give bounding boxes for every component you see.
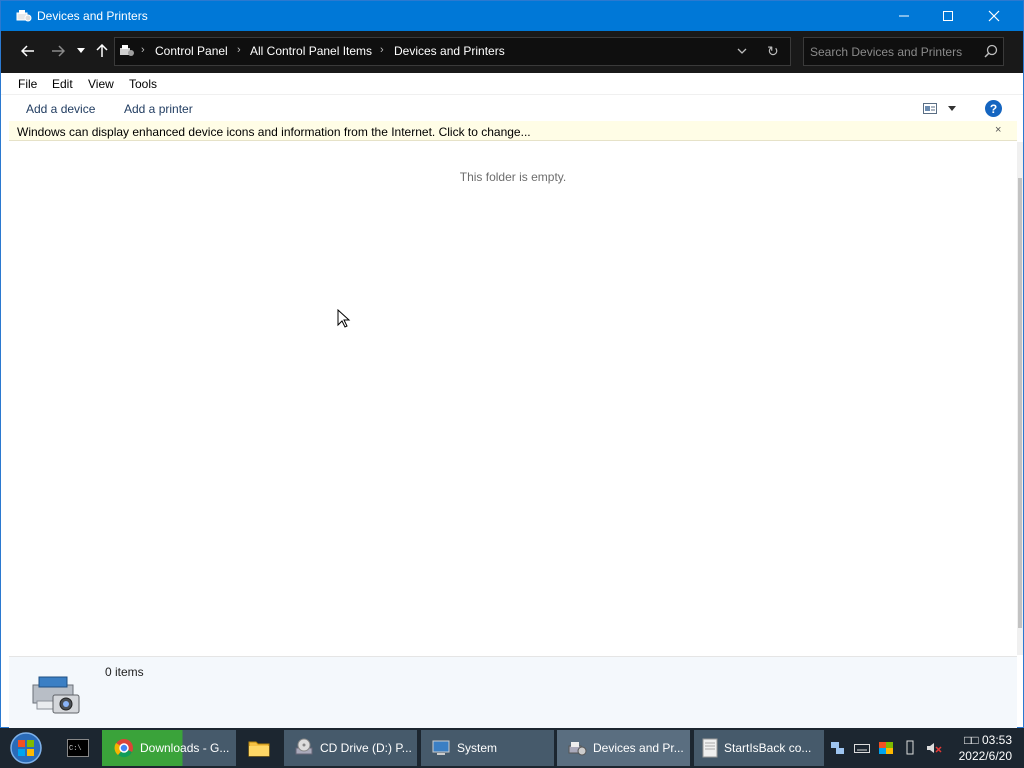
recent-locations-button[interactable] [71,41,91,61]
network-icon[interactable] [830,740,846,756]
start-orb-icon[interactable] [6,730,46,766]
folder-icon [248,741,270,757]
items-view[interactable]: This folder is empty. [9,142,1017,655]
window-title: Devices and Printers [37,9,148,23]
mouse-cursor-icon [337,309,351,328]
taskbar-chrome[interactable]: Downloads - G... [102,730,236,766]
taskbar-cd-drive[interactable]: CD Drive (D:) P... [284,730,417,766]
address-bar[interactable]: › Control Panel › All Control Panel Item… [114,37,791,66]
menu-edit[interactable]: Edit [52,77,73,91]
add-printer-button[interactable]: Add a printer [124,102,193,116]
clock-date: 2022/6/20 [958,749,1012,763]
menu-bar: File Edit View Tools [1,73,1023,95]
navigation-bar: › Control Panel › All Control Panel Item… [1,31,1023,73]
chevron-down-icon [77,48,85,53]
minimize-button[interactable] [881,1,927,31]
info-bar-close-icon[interactable]: × [995,124,1001,136]
devices-printers-icon [16,10,32,22]
devices-printers-icon [120,45,134,56]
search-box[interactable] [803,37,1004,66]
explorer-window: Devices and Printers › Control Panel › A… [0,0,1024,728]
taskbar-item-label: Devices and Pr... [593,741,684,755]
taskbar-system[interactable]: System [421,730,554,766]
details-pane: 0 items [9,656,1017,728]
svg-text:C:\: C:\ [69,745,82,753]
taskbar-item-label: Downloads - G... [140,741,230,755]
search-icon[interactable] [984,44,998,58]
taskbar-item-label: System [457,741,498,755]
menu-file[interactable]: File [18,77,37,91]
command-bar: Add a device Add a printer ? [1,95,1023,121]
breadcrumb-separator-icon: › [141,44,145,56]
scrollbar-thumb[interactable] [1018,178,1022,628]
item-count: 0 items [105,665,144,679]
refresh-icon[interactable]: ↻ [767,43,781,59]
color-display-icon[interactable] [878,740,894,756]
up-arrow-icon [96,44,108,57]
clock[interactable]: □□ 03:53 2022/6/20 [952,732,1012,764]
maximize-button[interactable] [925,1,971,31]
info-bar-message[interactable]: Windows can display enhanced device icon… [17,125,531,139]
back-button[interactable] [18,41,38,61]
empty-folder-message: This folder is empty. [459,170,567,184]
vertical-scrollbar[interactable] [1017,142,1023,655]
cd-drive-icon [295,738,313,755]
taskbar-item-label: CD Drive (D:) P... [320,741,412,755]
taskbar-item-label: StartIsBack co... [724,741,812,755]
command-prompt-icon: C:\ [67,739,89,757]
usb-icon[interactable] [902,740,918,756]
close-icon [988,10,1000,22]
add-device-button[interactable]: Add a device [26,102,95,116]
taskbar-devices-printers[interactable]: Devices and Pr... [557,730,690,766]
menu-tools[interactable]: Tools [129,77,157,91]
breadcrumb-control-panel[interactable]: Control Panel [155,44,228,58]
up-button[interactable] [92,41,112,61]
view-options-chevron-down-icon[interactable] [947,105,957,113]
volume-muted-icon[interactable] [926,740,942,756]
chrome-icon [114,739,133,758]
back-arrow-icon [21,45,34,57]
devices-printers-icon [568,742,587,756]
printer-camera-icon [32,676,80,714]
breadcrumb-devices-printers[interactable]: Devices and Printers [394,44,505,58]
forward-button[interactable] [48,41,68,61]
change-view-icon[interactable] [923,103,937,114]
clock-time: □□ 03:53 [964,733,1012,747]
forward-arrow-icon [52,45,65,57]
breadcrumb-separator-icon: › [237,44,241,56]
document-icon [702,738,718,758]
breadcrumb-all-items[interactable]: All Control Panel Items [250,44,372,58]
taskbar-file-explorer[interactable] [244,730,274,766]
info-bar[interactable]: Windows can display enhanced device icon… [9,121,1017,141]
taskbar-cmd[interactable]: C:\ [60,730,96,766]
address-dropdown-icon[interactable] [735,44,749,58]
menu-view[interactable]: View [88,77,114,91]
system-icon [432,740,450,755]
maximize-icon [943,11,953,21]
title-bar[interactable]: Devices and Printers [1,1,1023,31]
breadcrumb-separator-icon: › [380,44,384,56]
keyboard-icon[interactable] [854,740,870,756]
minimize-icon [899,15,909,17]
search-input[interactable] [810,44,975,60]
taskbar: C:\ Downloads - G... CD Drive (D:) P... … [0,728,1024,768]
system-tray [830,738,942,758]
help-icon[interactable]: ? [985,100,1002,117]
taskbar-startisback[interactable]: StartIsBack co... [694,730,824,766]
close-button[interactable] [971,1,1017,31]
